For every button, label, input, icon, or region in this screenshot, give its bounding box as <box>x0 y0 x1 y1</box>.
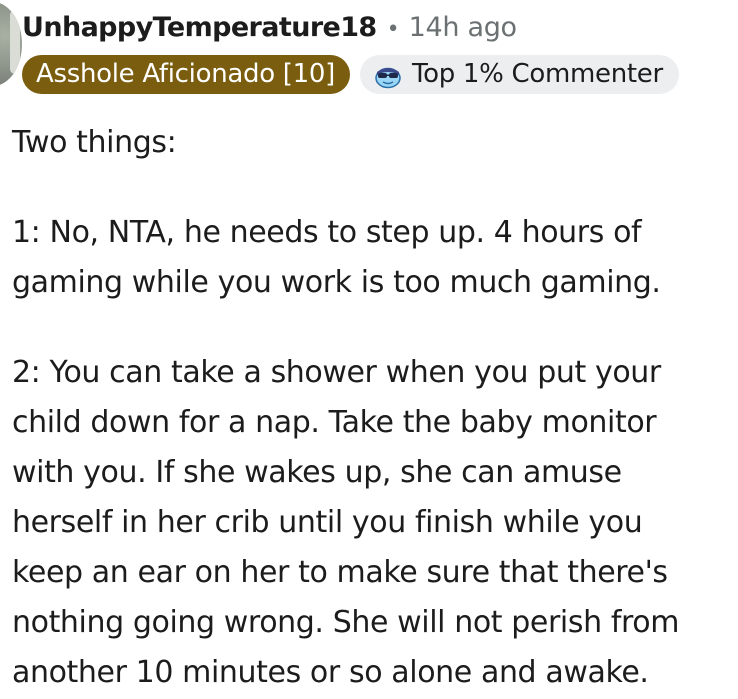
text-line: 1: No, NTA, he needs to step up. 4 hours… <box>12 215 642 250</box>
paragraph: 2: You can take a shower when you put yo… <box>12 348 730 698</box>
text-line: with you. If she wakes up, she can amuse <box>12 455 622 490</box>
top-commenter-icon <box>375 67 401 88</box>
flair-row: Asshole Aficionado [10] Top 1% Commenter <box>22 55 679 94</box>
comment-body: Two things: 1: No, NTA, he needs to step… <box>12 118 730 698</box>
text-line: Two things: <box>12 125 177 160</box>
text-line: herself in her crib until you finish whi… <box>12 505 643 540</box>
comment: UnhappyTemperature18 • 14h ago Asshole A… <box>0 0 738 699</box>
text-line: nothing going wrong. She will not perish… <box>12 605 680 640</box>
user-avatar[interactable] <box>0 2 22 86</box>
text-line: another 10 minutes or so alone and awake… <box>12 655 649 690</box>
avatar-rim <box>10 10 20 74</box>
user-flair: Asshole Aficionado [10] <box>22 55 350 94</box>
timestamp[interactable]: 14h ago <box>409 12 517 43</box>
top-commenter-badge[interactable]: Top 1% Commenter <box>359 55 679 94</box>
text-line: child down for a nap. Take the baby moni… <box>12 405 657 440</box>
text-line: 2: You can take a shower when you put yo… <box>12 355 661 390</box>
separator-dot: • <box>386 17 400 42</box>
badge-label: Top 1% Commenter <box>411 59 663 89</box>
paragraph: Two things: <box>12 118 730 168</box>
comment-header: UnhappyTemperature18 • 14h ago <box>22 12 517 52</box>
paragraph: 1: No, NTA, he needs to step up. 4 hours… <box>12 208 730 308</box>
text-line: keep an ear on her to make sure that the… <box>12 555 668 590</box>
text-line: gaming while you work is too much gaming… <box>12 265 661 300</box>
username-link[interactable]: UnhappyTemperature18 <box>22 12 377 43</box>
